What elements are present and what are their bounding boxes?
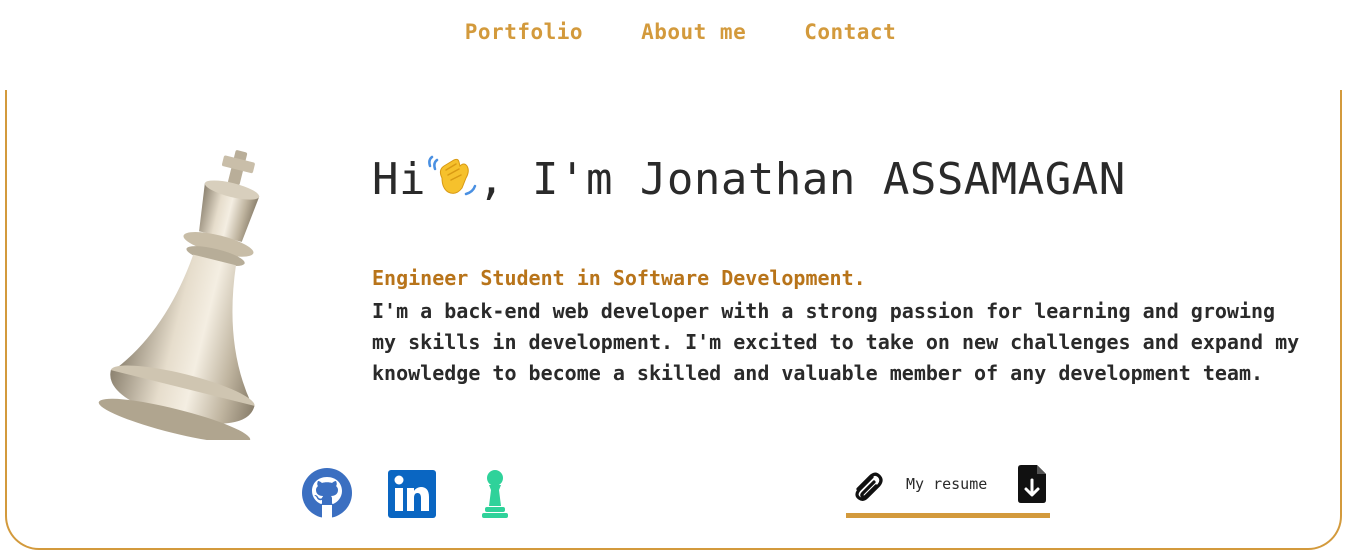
nav-portfolio[interactable]: Portfolio: [465, 20, 583, 44]
greeting-name: , I'm Jonathan ASSAMAGAN: [477, 154, 1126, 205]
paperclip-icon: [855, 472, 883, 501]
file-download-icon: [1018, 465, 1046, 503]
nav-about-me[interactable]: About me: [641, 20, 746, 44]
resume-button[interactable]: My resume: [846, 462, 1050, 518]
hero-subtitle: Engineer Student in Software Development…: [372, 266, 866, 290]
resume-label: My resume: [906, 475, 988, 493]
chess-king-image: [98, 150, 260, 440]
chess-pawn-icon[interactable]: [470, 468, 520, 518]
nav-contact[interactable]: Contact: [804, 20, 896, 44]
linkedin-icon[interactable]: [388, 470, 436, 518]
github-icon[interactable]: [302, 468, 352, 518]
greeting-prefix: Hi: [372, 154, 426, 205]
resume-underline: [846, 513, 1050, 518]
main-nav: Portfolio About me Contact: [0, 20, 1349, 44]
hero-heading: Hi , I'm Jonathan ASSAMAGAN: [372, 148, 1126, 205]
waving-hand-icon: [428, 155, 477, 196]
hero-bio: I'm a back-end web developer with a stro…: [372, 299, 1300, 385]
